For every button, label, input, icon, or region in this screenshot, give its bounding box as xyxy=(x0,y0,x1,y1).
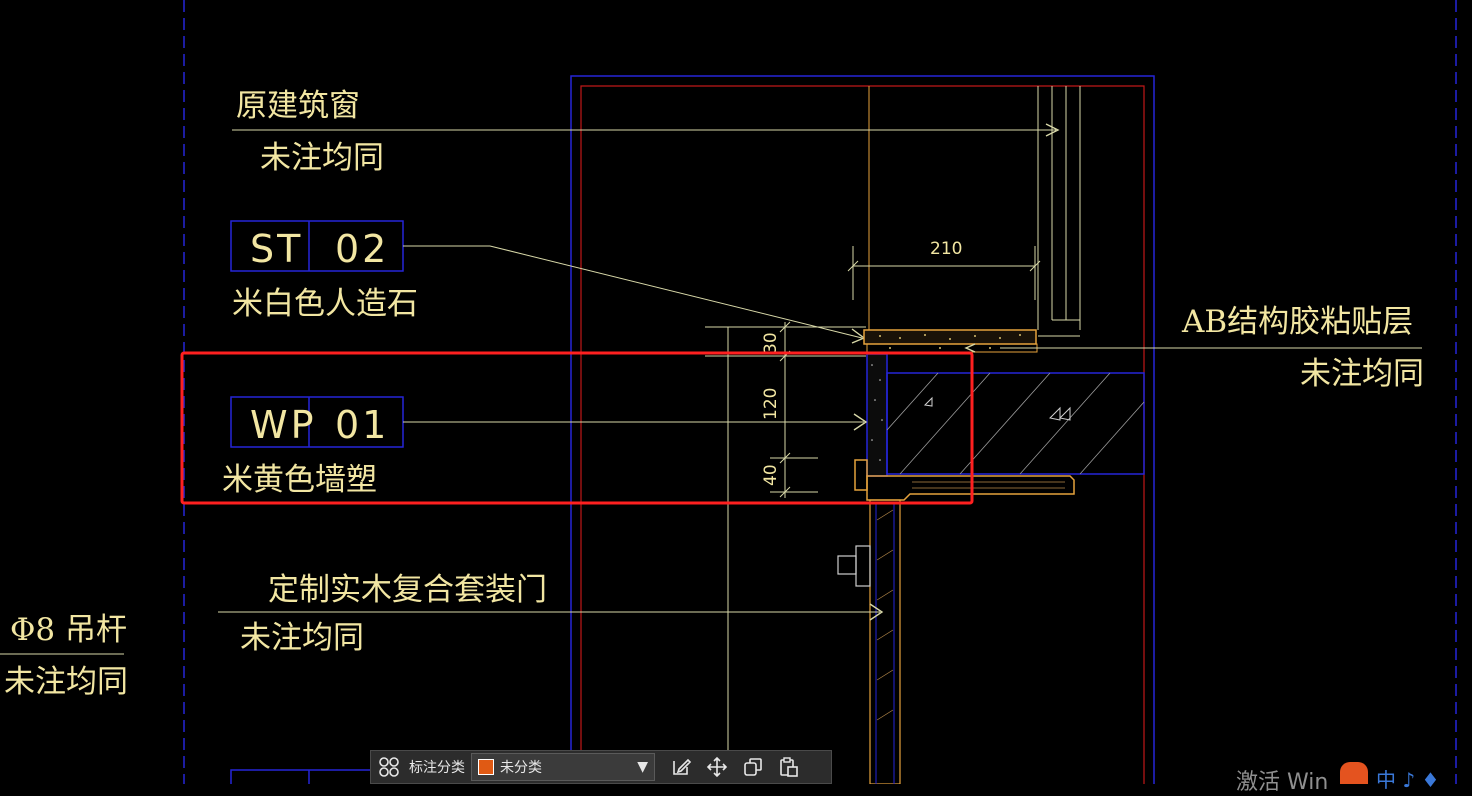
st-tag-code-b: 02 xyxy=(335,227,389,271)
grid-button[interactable] xyxy=(371,750,407,784)
concrete-wall xyxy=(886,372,1145,475)
stone-slab xyxy=(863,329,1037,345)
window-section xyxy=(1037,86,1081,337)
door-sub-label: 未注均同 xyxy=(240,620,364,656)
trim-block xyxy=(854,459,868,491)
wp-tag-code-b: 01 xyxy=(335,403,389,447)
activation-watermark: 激活 Win xyxy=(1236,770,1329,795)
paste-button[interactable] xyxy=(771,750,807,784)
copy-icon xyxy=(744,758,762,776)
dim-30-label: 30 xyxy=(761,332,781,354)
cad-drawing-canvas[interactable]: 原建筑窗 未注均同 ST 02 米白色人造石 210 AB结构胶粘贴层 未注均同 xyxy=(0,0,1472,784)
annotation-toolbar: 标注分类 未分类 ▼ xyxy=(370,750,832,784)
concrete-hatch xyxy=(886,372,1145,475)
window-title-label: 原建筑窗 xyxy=(236,88,360,124)
door-hatch xyxy=(876,509,894,721)
door-title-label: 定制实木复合套装门 xyxy=(268,572,547,608)
dimension-stack xyxy=(705,321,866,784)
dim-40-label: 40 xyxy=(761,464,781,486)
st-desc-label: 米白色人造石 xyxy=(232,286,418,322)
category-value: 未分类 xyxy=(500,760,542,776)
copy-button[interactable] xyxy=(735,750,771,784)
grid-icon xyxy=(379,757,399,777)
wood-grain xyxy=(912,481,1065,489)
opening-outline xyxy=(580,85,1145,784)
move-button[interactable] xyxy=(699,750,735,784)
category-color-swatch xyxy=(478,759,494,775)
ime-icon[interactable] xyxy=(1340,762,1368,784)
paste-icon xyxy=(780,757,798,777)
ab-title-label: AB结构胶粘贴层 xyxy=(1181,304,1413,340)
ab-sub-label: 未注均同 xyxy=(1300,356,1424,392)
rod-sub-label: 未注均同 xyxy=(4,664,128,700)
ab-leader-arrow xyxy=(964,343,976,353)
window-sub-label: 未注均同 xyxy=(260,140,384,176)
st-leader xyxy=(403,245,863,339)
rod-title-label: Φ8 吊杆 xyxy=(10,612,127,648)
door-frame-outline xyxy=(570,75,1155,784)
wall-plaster xyxy=(866,353,888,477)
edit-button[interactable] xyxy=(663,750,699,784)
category-label: 标注分类 xyxy=(409,760,465,776)
move-icon xyxy=(706,756,728,778)
edit-icon xyxy=(673,758,692,775)
door-handle-rose xyxy=(855,545,871,587)
wp-tag-code-a: WP xyxy=(250,403,317,447)
dim-210-label: 210 xyxy=(930,239,962,259)
st-tag-code-a: ST xyxy=(250,227,303,271)
concrete-triangles xyxy=(923,396,1071,421)
door-handle xyxy=(837,555,857,575)
tray-icons[interactable]: 中 ♪ ♦ xyxy=(1376,764,1439,793)
chevron-down-icon: ▼ xyxy=(637,759,648,775)
dim-120-label: 120 xyxy=(761,388,781,420)
category-dropdown[interactable]: 未分类 ▼ xyxy=(471,753,655,781)
wp-desc-label: 米黄色墙塑 xyxy=(222,462,377,498)
door-leaf xyxy=(869,499,901,784)
